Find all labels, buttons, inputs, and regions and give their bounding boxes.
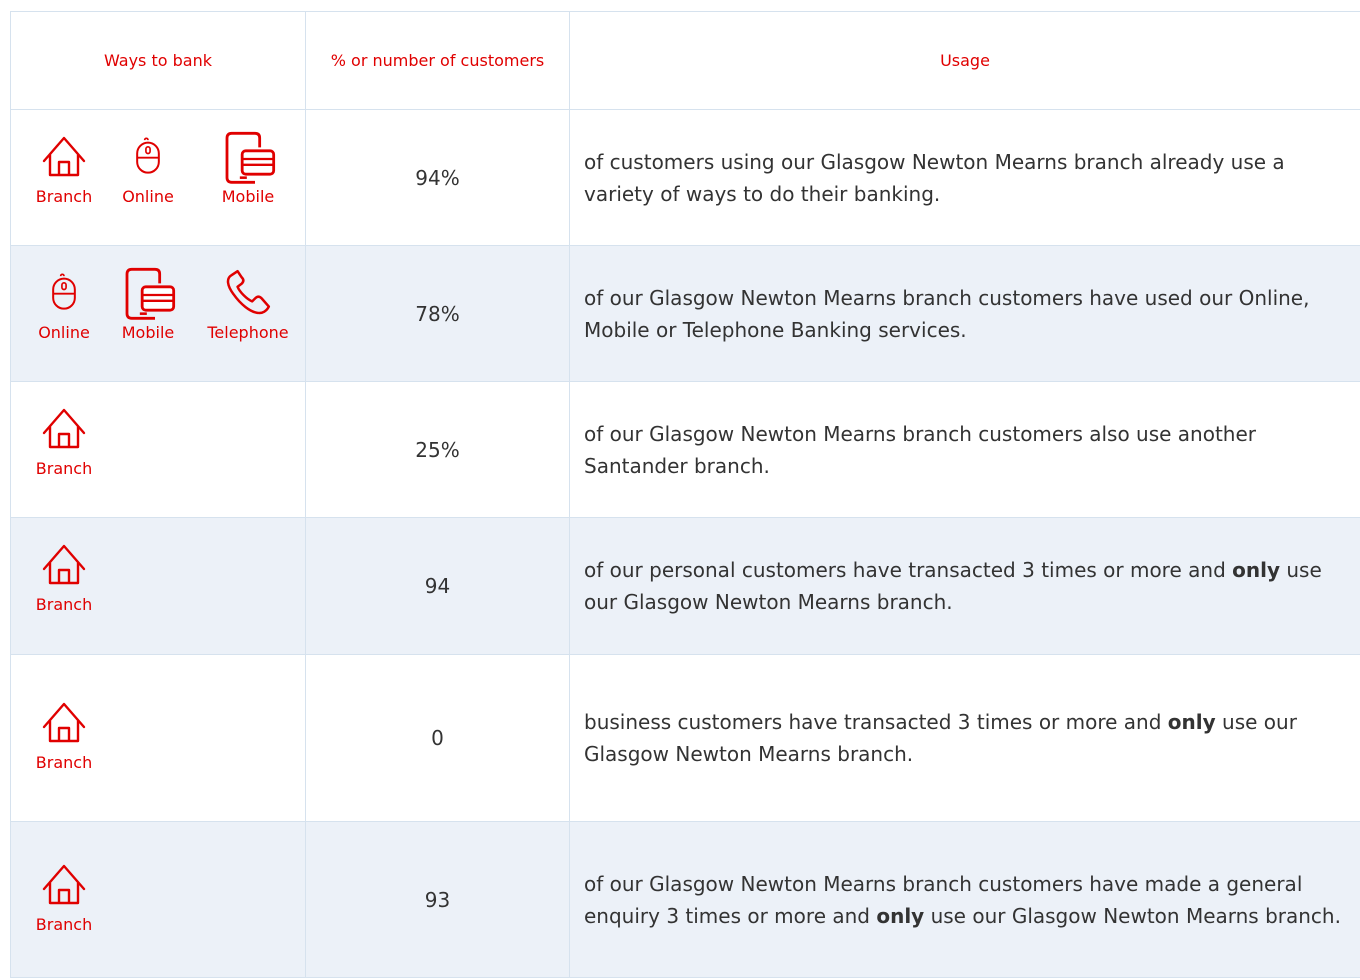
- usage-cell: business customers have transacted 3 tim…: [570, 655, 1360, 821]
- customer-value: 0: [306, 655, 570, 821]
- usage-text: of customers using our Glasgow Newton Me…: [584, 146, 1352, 210]
- header-percent: % or number of customers: [306, 12, 570, 109]
- mobile-icon: [219, 131, 277, 187]
- branch-icon: [40, 697, 88, 745]
- usage-text-emphasis: only: [876, 903, 925, 928]
- customer-value: 78%: [306, 246, 570, 381]
- branch-icon: [40, 859, 88, 907]
- usage-text: of our Glasgow Newton Mearns branch cust…: [584, 868, 1352, 932]
- usage-text: of our Glasgow Newton Mearns branch cust…: [584, 282, 1352, 346]
- usage-cell: of our Glasgow Newton Mearns branch cust…: [570, 382, 1360, 517]
- channel-branch: Branch: [14, 697, 114, 772]
- customer-value: 93: [306, 822, 570, 977]
- ways-cell: Branch: [11, 382, 306, 517]
- channel-branch: Branch: [14, 859, 114, 934]
- table-row: Branch 94 of our personal customers have t…: [11, 518, 1360, 655]
- channel-label: Branch: [35, 595, 93, 614]
- usage-cell: of our Glasgow Newton Mearns branch cust…: [570, 822, 1360, 977]
- table-header-row: Ways to bank % or number of customers Us…: [11, 12, 1360, 110]
- usage-text-before: of customers using our Glasgow Newton Me…: [584, 149, 1285, 206]
- usage-cell: of our personal customers have transacte…: [570, 518, 1360, 654]
- usage-text: of our Glasgow Newton Mearns branch cust…: [584, 418, 1352, 482]
- channel-branch: Branch: [14, 539, 114, 614]
- channel-label: Telephone: [207, 323, 289, 342]
- channel-branch: Branch: [14, 403, 114, 478]
- channel-label: Mobile: [121, 323, 175, 342]
- ways-to-bank-table: Ways to bank % or number of customers Us…: [10, 11, 1360, 978]
- channel-label: Mobile: [221, 187, 275, 206]
- channel-label: Branch: [35, 753, 93, 772]
- header-ways-to-bank: Ways to bank: [11, 12, 306, 109]
- ways-cell: Online Mobile Telephone: [11, 246, 306, 381]
- customer-value: 25%: [306, 382, 570, 517]
- channel-mobile: Mobile: [98, 267, 198, 342]
- mobile-icon: [119, 267, 177, 323]
- header-usage: Usage: [570, 12, 1360, 109]
- ways-cell: Branch: [11, 822, 306, 977]
- branch-icon: [40, 539, 88, 587]
- usage-text-before: of our personal customers have transacte…: [584, 558, 1233, 582]
- channel-label: Online: [122, 187, 174, 206]
- table-row: Branch 93 of our Glasgow Newton Mearns bra…: [11, 822, 1360, 978]
- table-row: Branch Online Mobile 94% of customers using …: [11, 110, 1360, 246]
- table-row: Branch 25% of our Glasgow Newton Mearns br…: [11, 382, 1360, 518]
- mouse-icon: [44, 267, 84, 317]
- channel-telephone: Telephone: [198, 267, 298, 342]
- customer-value: 94%: [306, 110, 570, 245]
- usage-text: of our personal customers have transacte…: [584, 554, 1352, 618]
- mouse-icon: [128, 131, 168, 181]
- usage-text-after: use our Glasgow Newton Mearns branch.: [924, 903, 1341, 928]
- channel-mobile: Mobile: [198, 131, 298, 206]
- ways-cell: Branch: [11, 655, 306, 821]
- channel-label: Branch: [35, 459, 93, 478]
- usage-text: business customers have transacted 3 tim…: [584, 706, 1352, 770]
- table-row: Online Mobile Telephone 78% of our Glasgow N…: [11, 246, 1360, 382]
- usage-cell: of customers using our Glasgow Newton Me…: [570, 110, 1360, 245]
- channel-online: Online: [98, 131, 198, 206]
- usage-text-before: of our Glasgow Newton Mearns branch cust…: [584, 421, 1257, 478]
- usage-text-before: business customers have transacted 3 tim…: [584, 710, 1168, 734]
- channel-label: Branch: [35, 915, 93, 934]
- usage-text-emphasis: only: [1232, 558, 1280, 582]
- usage-text-before: of our Glasgow Newton Mearns branch cust…: [584, 285, 1310, 342]
- branch-icon: [40, 403, 88, 451]
- usage-text-emphasis: only: [1167, 710, 1216, 734]
- customer-value: 94: [306, 518, 570, 654]
- ways-cell: Branch Online Mobile: [11, 110, 306, 245]
- usage-cell: of our Glasgow Newton Mearns branch cust…: [570, 246, 1360, 381]
- ways-cell: Branch: [11, 518, 306, 654]
- phone-icon: [223, 267, 273, 317]
- branch-icon: [40, 131, 88, 179]
- table-row: Branch 0 business customers have transacte…: [11, 655, 1360, 822]
